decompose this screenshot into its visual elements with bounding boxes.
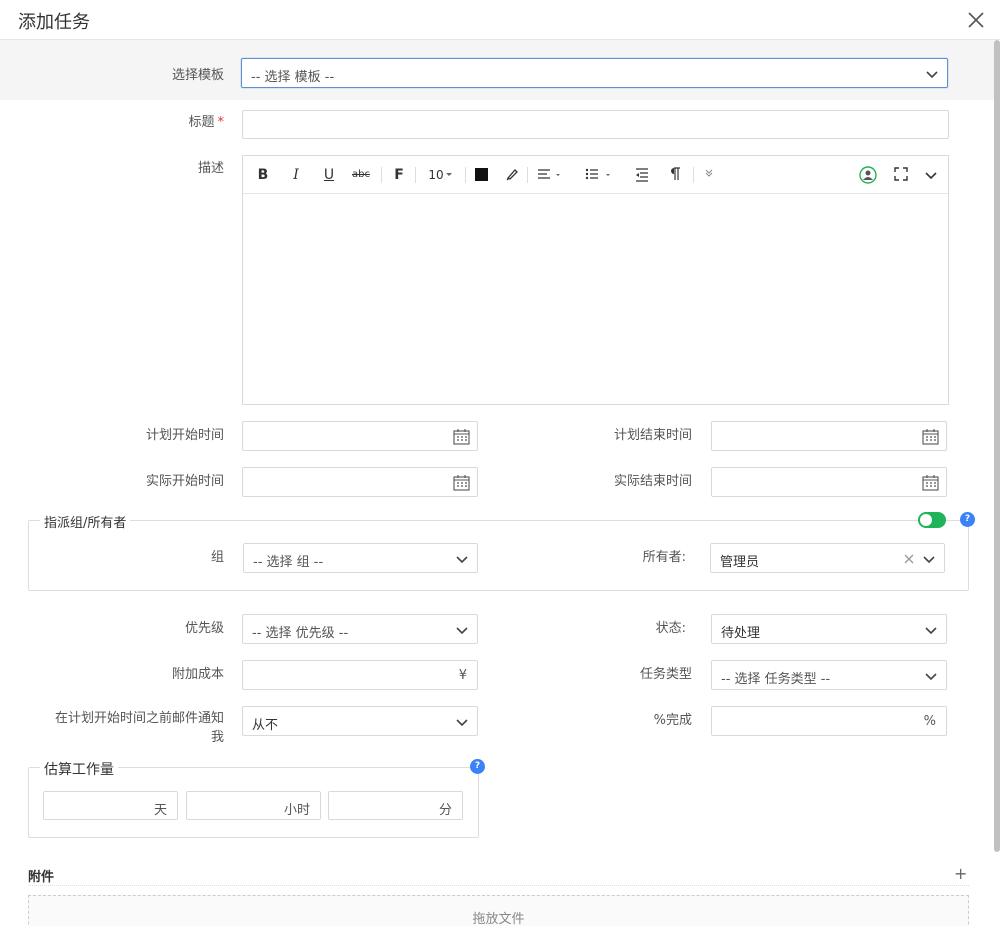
chevron-down-icon: [926, 71, 938, 79]
close-icon[interactable]: [964, 8, 988, 32]
owner-select-value: 管理员: [720, 555, 760, 570]
percent-label: %完成: [653, 713, 692, 728]
chevron-down-icon: [923, 556, 935, 564]
actual-start-input[interactable]: [242, 467, 478, 497]
notify-label-line2: 我: [210, 730, 224, 745]
attachments-title: 附件: [28, 870, 55, 885]
notify-label: 在计划开始时间之前邮件通知 我: [20, 709, 224, 747]
group-select[interactable]: -- 选择 组 --: [243, 543, 478, 573]
status-select-value: 待处理: [721, 626, 761, 641]
italic-button[interactable]: I: [288, 165, 304, 185]
plan-end-label: 计划结束时间: [613, 428, 692, 443]
chevron-down-icon[interactable]: [924, 168, 938, 182]
attachments-divider: [28, 885, 969, 886]
underline-button[interactable]: U: [321, 165, 337, 185]
template-select[interactable]: -- 选择 模板 --: [241, 58, 948, 88]
more-tools-icon[interactable]: [704, 168, 714, 178]
fullscreen-icon[interactable]: [894, 167, 908, 181]
highlight-pen-icon[interactable]: [505, 167, 519, 181]
status-label: 状态:: [655, 621, 686, 636]
add-attachment-button[interactable]: +: [954, 864, 967, 883]
chevron-down-icon: [925, 673, 937, 681]
chevron-down-icon: [456, 719, 468, 727]
dialog-header: 添加任务: [0, 0, 1000, 40]
minutes-unit: 分: [438, 803, 452, 818]
percent-suffix: %: [923, 714, 936, 729]
priority-label: 优先级: [184, 621, 224, 636]
hours-unit: 小时: [283, 803, 310, 818]
priority-select-value: -- 选择 优先级 --: [252, 626, 349, 641]
chevron-down-icon: [456, 627, 468, 635]
task-type-select-value: -- 选择 任务类型 --: [721, 672, 831, 687]
plan-start-input[interactable]: [242, 421, 478, 451]
calendar-icon[interactable]: [453, 428, 470, 445]
assign-legend: 指派组/所有者: [40, 512, 131, 531]
toolbar-divider: [465, 167, 466, 183]
required-mark: *: [217, 115, 225, 130]
title-input[interactable]: [242, 110, 949, 139]
actual-end-label: 实际结束时间: [613, 474, 692, 489]
calendar-icon[interactable]: [922, 428, 939, 445]
toggle-knob: [920, 514, 932, 526]
estimate-legend: 估算工作量: [40, 759, 118, 779]
task-type-select[interactable]: -- 选择 任务类型 --: [711, 660, 947, 690]
estimate-days-input[interactable]: 天: [43, 791, 178, 820]
calendar-icon[interactable]: [922, 474, 939, 491]
strikethrough-button[interactable]: abc: [351, 165, 371, 185]
template-select-value: -- 选择 模板 --: [251, 70, 335, 85]
scrollbar[interactable]: [994, 40, 1000, 852]
group-select-value: -- 选择 组 --: [253, 555, 324, 570]
bold-button[interactable]: B: [255, 165, 271, 185]
dialog-title: 添加任务: [18, 12, 90, 33]
notify-select[interactable]: 从不: [242, 706, 478, 736]
estimate-help-icon[interactable]: ?: [470, 759, 485, 774]
cost-label: 附加成本: [171, 667, 224, 682]
file-dropzone[interactable]: 拖放文件: [28, 895, 969, 926]
toolbar-divider: [381, 167, 382, 183]
description-label: 描述: [197, 161, 224, 176]
group-label: 组: [210, 550, 224, 565]
actual-start-label: 实际开始时间: [145, 474, 224, 489]
calendar-icon[interactable]: [453, 474, 470, 491]
user-sync-icon[interactable]: [858, 165, 878, 185]
text-color-icon[interactable]: [475, 168, 488, 181]
priority-select[interactable]: -- 选择 优先级 --: [242, 614, 478, 644]
cost-input[interactable]: ¥: [242, 660, 478, 690]
caret-down-icon: [446, 173, 452, 176]
chevron-down-icon: [456, 556, 468, 564]
owner-label: 所有者:: [642, 550, 686, 565]
toolbar-divider: [527, 167, 528, 183]
notify-label-line1: 在计划开始时间之前邮件通知: [54, 711, 224, 726]
clear-icon[interactable]: [904, 554, 914, 564]
percent-input[interactable]: %: [711, 706, 947, 736]
chevron-down-icon: [925, 627, 937, 635]
toolbar-divider: [415, 167, 416, 183]
font-family-button[interactable]: F: [391, 165, 407, 185]
list-icon[interactable]: [585, 168, 615, 182]
actual-end-input[interactable]: [711, 467, 947, 497]
days-unit: 天: [153, 803, 167, 818]
font-size-button[interactable]: 10: [425, 165, 447, 185]
title-label: 标题 *: [188, 115, 225, 130]
dropzone-label: 拖放文件: [472, 912, 525, 926]
align-icon[interactable]: [537, 168, 561, 182]
editor-toolbar: B I U abc F 10: [243, 156, 948, 194]
plan-end-input[interactable]: [711, 421, 947, 451]
plan-start-label: 计划开始时间: [145, 428, 224, 443]
notify-select-value: 从不: [252, 718, 279, 733]
toolbar-divider: [693, 167, 694, 183]
description-editor[interactable]: B I U abc F 10: [242, 155, 949, 405]
estimate-hours-input[interactable]: 小时: [186, 791, 321, 820]
outdent-icon[interactable]: [635, 168, 649, 182]
assign-toggle[interactable]: [918, 512, 946, 528]
currency-suffix: ¥: [458, 668, 467, 683]
estimate-minutes-input[interactable]: 分: [328, 791, 463, 820]
status-select[interactable]: 待处理: [711, 614, 947, 644]
assign-help-icon[interactable]: ?: [960, 512, 975, 527]
task-type-label: 任务类型: [639, 667, 692, 682]
paragraph-icon[interactable]: [669, 167, 681, 182]
owner-select[interactable]: 管理员: [710, 543, 945, 573]
template-label: 选择模板: [171, 68, 224, 83]
